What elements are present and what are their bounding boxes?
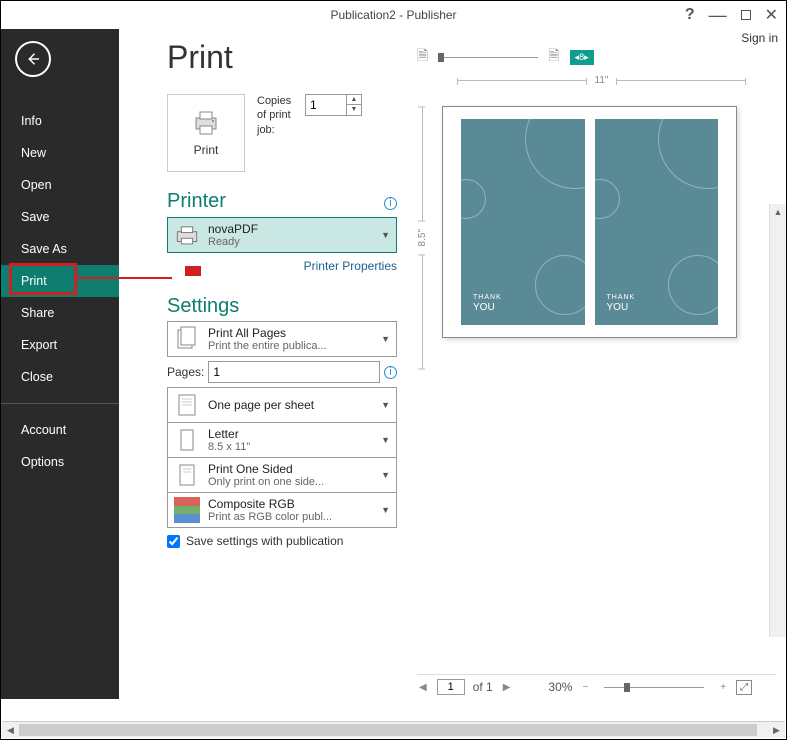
settings-section-title: Settings	[167, 295, 397, 318]
pages-input[interactable]	[208, 361, 380, 383]
sidebar-item-saveas[interactable]: Save As	[1, 233, 119, 265]
chevron-down-icon: ▼	[381, 505, 390, 515]
preview-thumb-badge: ◂8▸	[570, 50, 594, 65]
back-arrow-icon	[24, 50, 42, 68]
chevron-down-icon: ▼	[381, 470, 390, 480]
chevron-down-icon: ▼	[381, 435, 390, 445]
preview-pages-slider[interactable]	[438, 57, 538, 58]
ruler-vertical: 8.5"	[417, 106, 428, 369]
color-sub: Print as RGB color publ...	[208, 511, 373, 523]
print-range-main: Print All Pages	[208, 326, 373, 340]
copies-down-icon[interactable]: ▼	[347, 105, 361, 115]
printer-dropdown[interactable]: novaPDF Ready ▼	[167, 217, 397, 253]
printer-properties-link[interactable]: Printer Properties	[304, 259, 397, 273]
one-sided-icon	[174, 462, 200, 488]
layout-dropdown[interactable]: One page per sheet ▼	[167, 387, 397, 423]
pages-label: Pages:	[167, 365, 204, 379]
sidebar-item-new[interactable]: New	[1, 137, 119, 169]
print-range-dropdown[interactable]: Print All Pages Print the entire publica…	[167, 321, 397, 357]
multi-page-icon[interactable]: 🗎	[548, 45, 559, 69]
page-title: Print	[167, 39, 397, 76]
paper-dropdown[interactable]: Letter 8.5 x 11" ▼	[167, 422, 397, 458]
chevron-down-icon: ▼	[381, 400, 390, 410]
page-layout-icon	[174, 392, 200, 418]
copies-spinner[interactable]: ▲ ▼	[305, 94, 362, 116]
backstage-sidebar: Info New Open Save Save As Print Share E…	[1, 29, 119, 699]
printer-info-icon[interactable]: i	[384, 197, 397, 210]
printer-name: novaPDF	[208, 222, 373, 236]
page-number-input[interactable]	[437, 679, 465, 695]
printer-icon	[190, 109, 222, 137]
maximize-icon[interactable]	[741, 10, 751, 20]
sided-main: Print One Sided	[208, 462, 373, 476]
zoom-percent-label: 30%	[548, 680, 572, 694]
print-button[interactable]: Print	[167, 94, 245, 172]
sidebar-item-info[interactable]: Info	[1, 105, 119, 137]
sidebar-item-close[interactable]: Close	[1, 361, 119, 393]
print-preview-page: THANKYOU THANKYOU	[442, 106, 737, 338]
sidebar-item-account[interactable]: Account	[1, 414, 119, 446]
paper-size-icon	[174, 427, 200, 453]
zoom-slider[interactable]	[604, 687, 704, 688]
paper-sub: 8.5 x 11"	[208, 441, 373, 453]
sidebar-item-print[interactable]: Print	[1, 265, 119, 297]
window-horizontal-scrollbar[interactable]: ◀ ▶	[2, 721, 785, 738]
next-page-button[interactable]: ▶	[501, 682, 513, 693]
back-button[interactable]	[15, 41, 51, 77]
preview-footer: ◀ of 1 ▶ 30% − + ⤢	[417, 674, 776, 695]
color-main: Composite RGB	[208, 497, 373, 511]
card-right: THANKYOU	[595, 119, 719, 325]
prev-page-button[interactable]: ◀	[417, 682, 429, 693]
chevron-down-icon: ▼	[381, 334, 390, 344]
ruler-horizontal: 11"	[417, 75, 786, 86]
paper-main: Letter	[208, 427, 373, 441]
scroll-right-icon[interactable]: ▶	[768, 722, 785, 738]
sidebar-item-export[interactable]: Export	[1, 329, 119, 361]
pages-info-icon[interactable]: i	[384, 366, 397, 379]
chevron-down-icon: ▼	[381, 230, 390, 240]
card-left: THANKYOU	[461, 119, 585, 325]
save-settings-label: Save settings with publication	[186, 534, 343, 548]
sidebar-divider	[1, 403, 119, 404]
copies-label: Copies of print job:	[257, 94, 297, 137]
sidebar-item-share[interactable]: Share	[1, 297, 119, 329]
annotation-red-marker	[185, 266, 201, 276]
window-title: Publication2 - Publisher	[330, 8, 456, 22]
scroll-up-icon[interactable]: ▲	[770, 204, 786, 221]
pages-stack-icon	[174, 326, 200, 352]
minimize-icon[interactable]: —	[709, 11, 727, 19]
printer-status: Ready	[208, 236, 373, 248]
layout-main: One page per sheet	[208, 398, 373, 412]
single-page-icon[interactable]: 🗎	[417, 45, 428, 69]
page-total-label: of 1	[473, 680, 493, 694]
copies-input[interactable]	[306, 95, 346, 115]
sidebar-item-options[interactable]: Options	[1, 446, 119, 478]
color-dropdown[interactable]: Composite RGB Print as RGB color publ...…	[167, 492, 397, 528]
save-settings-checkbox[interactable]	[167, 535, 180, 548]
fit-page-icon[interactable]: ⤢	[736, 680, 752, 695]
preview-toolbar: 🗎 🗎 ◂8▸	[417, 39, 786, 71]
zoom-out-button[interactable]: −	[580, 682, 590, 693]
zoom-in-button[interactable]: +	[718, 682, 728, 693]
title-bar: Publication2 - Publisher ? — ✕	[1, 1, 786, 29]
rgb-swatch-icon	[174, 497, 200, 523]
scroll-left-icon[interactable]: ◀	[2, 722, 19, 738]
scroll-thumb[interactable]	[19, 724, 757, 736]
print-range-sub: Print the entire publica...	[208, 340, 373, 352]
sidebar-item-open[interactable]: Open	[1, 169, 119, 201]
help-icon[interactable]: ?	[685, 6, 695, 24]
printer-section-title: Printer	[167, 190, 226, 213]
close-icon[interactable]: ✕	[765, 5, 778, 25]
sidebar-item-save[interactable]: Save	[1, 201, 119, 233]
preview-vertical-scrollbar[interactable]: ▲	[769, 204, 786, 637]
printer-device-icon	[174, 222, 200, 248]
sided-dropdown[interactable]: Print One Sided Only print on one side..…	[167, 457, 397, 493]
sided-sub: Only print on one side...	[208, 476, 373, 488]
print-button-label: Print	[194, 143, 219, 157]
copies-up-icon[interactable]: ▲	[347, 95, 361, 105]
